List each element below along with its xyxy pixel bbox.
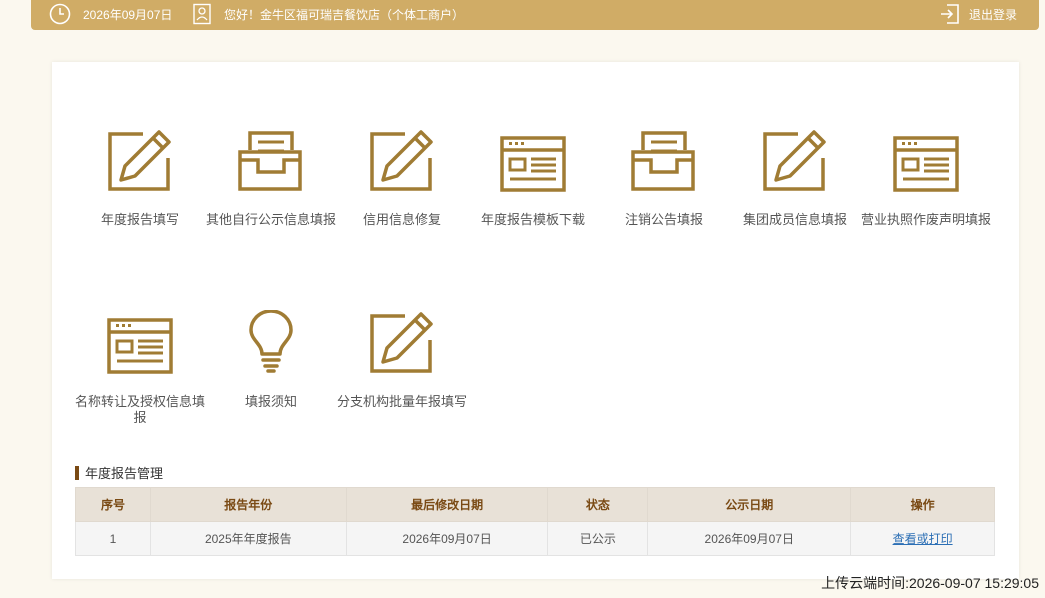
menu-license-void[interactable]: 营业执照作废声明填报 [856,124,996,228]
menu-label: 注销公告填报 [624,212,703,227]
menu-label: 信用信息修复 [362,212,441,227]
annual-report-table: 序号 报告年份 最后修改日期 状态 公示日期 操作 1 2025年年度报告 20… [75,487,995,556]
col-header-index: 序号 [75,487,151,522]
menu-label: 年度报告模板下载 [480,212,585,227]
logout-button[interactable]: 退出登录 [969,0,1017,28]
menu-label: 年度报告填写 [100,212,179,227]
cell-index: 1 [75,521,151,556]
upload-time: 上传云端时间:2026-09-07 15:29:05 [821,575,1039,591]
menu-label: 填报须知 [244,394,297,409]
menu-filing-notice[interactable]: 填报须知 [201,306,341,410]
menu-label: 营业执照作废声明填报 [860,212,991,227]
menu-template-download[interactable]: 年度报告模板下载 [463,124,603,228]
cell-modified-date: 2026年09月07日 [345,521,549,556]
document-window-icon [463,124,603,192]
document-window-icon [856,124,996,192]
table-row: 1 2025年年度报告 2026年09月07日 已公示 2026年09月07日 … [75,521,995,556]
menu-branch-batch-report[interactable]: 分支机构批量年报填写 [332,306,472,410]
lightbulb-icon [201,306,341,374]
col-header-status: 状态 [547,487,649,522]
col-header-year: 报告年份 [149,487,347,522]
section-title-text: 年度报告管理 [85,466,164,481]
menu-cancellation-notice[interactable]: 注销公告填报 [594,124,734,228]
pen-edit-icon [725,124,865,192]
greeting-text: 您好！金牛区福可瑞吉餐饮店（个体工商户） [224,7,465,22]
inbox-tray-icon [201,124,341,192]
menu-credit-repair[interactable]: 信用信息修复 [332,124,472,228]
cell-action: 查看或打印 [850,521,995,556]
table-header-row: 序号 报告年份 最后修改日期 状态 公示日期 操作 [75,487,995,522]
document-window-icon [70,306,210,374]
cell-publish-date: 2026年09月07日 [647,521,852,556]
menu-label: 分支机构批量年报填写 [336,394,467,409]
user-badge-icon [193,0,211,28]
menu-label: 其他自行公示信息填报 [205,212,336,227]
menu-group-member[interactable]: 集团成员信息填报 [725,124,865,228]
current-date: 2026年09月07日 [83,7,173,22]
menu-label: 名称转让及授权信息填报 [74,394,205,425]
col-header-modified: 最后修改日期 [345,487,549,522]
col-header-publish-date: 公示日期 [647,487,852,522]
logout-icon[interactable] [939,0,961,28]
menu-name-transfer[interactable]: 名称转让及授权信息填报 [70,306,210,426]
view-print-link[interactable]: 查看或打印 [893,532,953,546]
cell-report-year: 2025年年度报告 [149,521,347,556]
pen-edit-icon [332,306,472,374]
menu-other-disclosure[interactable]: 其他自行公示信息填报 [201,124,341,228]
menu-annual-report-fill[interactable]: 年度报告填写 [70,124,210,228]
section-marker [75,465,79,480]
clock-icon [49,0,71,28]
menu-label: 集团成员信息填报 [742,212,847,227]
section-title: 年度报告管理 [75,463,163,482]
col-header-action: 操作 [850,487,995,522]
cell-status: 已公示 [547,521,649,556]
top-bar: 2026年09月07日 您好！金牛区福可瑞吉餐饮店（个体工商户） 退出登录 [31,0,1039,30]
main-card: 年度报告填写 其他自行公示信息填报 信用信息修复 年度报告模板下载 注销公告填报… [52,62,1019,579]
pen-edit-icon [70,124,210,192]
pen-edit-icon [332,124,472,192]
inbox-tray-icon [594,124,734,192]
